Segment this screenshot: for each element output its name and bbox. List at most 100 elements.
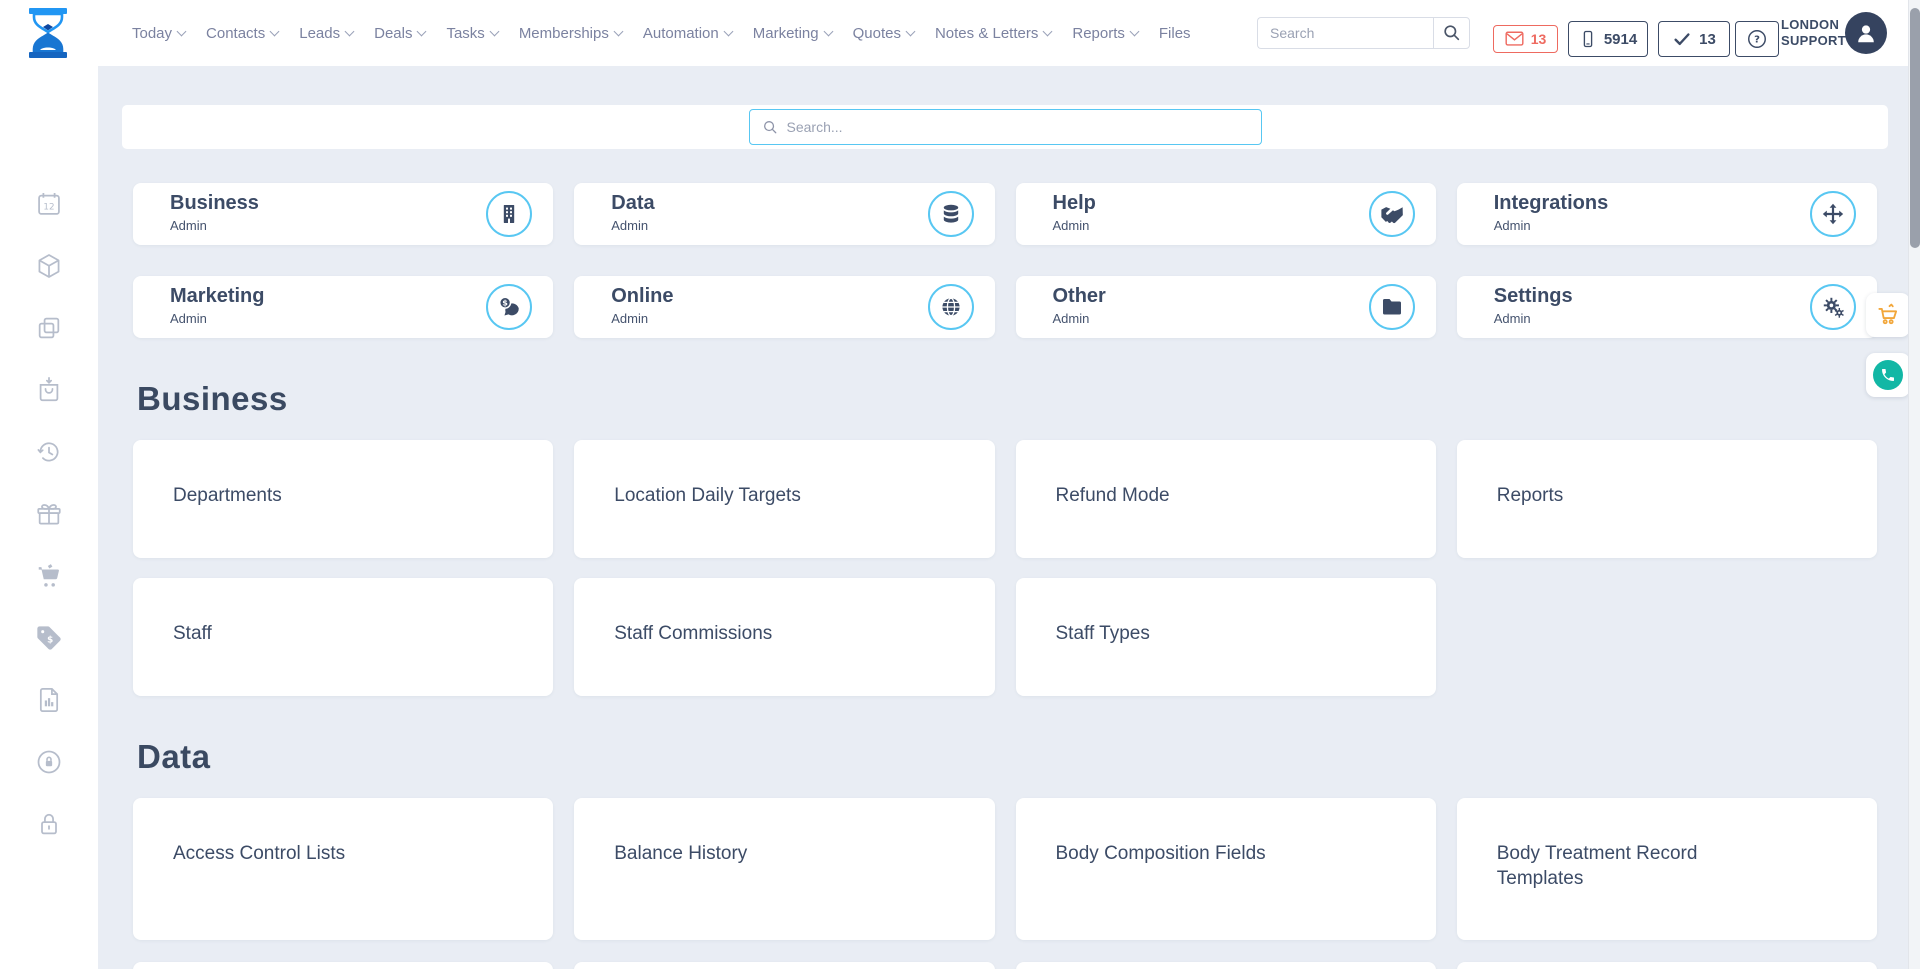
phone-badge[interactable]: 5914 xyxy=(1568,21,1648,57)
tasks-count: 13 xyxy=(1699,31,1716,48)
handshake-icon xyxy=(1369,191,1415,237)
chevron-down-icon xyxy=(723,26,733,36)
phone-count: 5914 xyxy=(1604,31,1637,48)
report-document-icon xyxy=(35,686,63,714)
admin-card-business[interactable]: Business Admin xyxy=(133,183,553,245)
sidebar-history[interactable] xyxy=(29,432,69,472)
nav-label: Reports xyxy=(1072,25,1125,42)
list-card-refund-mode[interactable]: Refund Mode xyxy=(1016,440,1436,558)
nav-tasks[interactable]: Tasks xyxy=(446,25,497,42)
admin-card-integrations[interactable]: Integrations Admin xyxy=(1457,183,1877,245)
user-avatar[interactable] xyxy=(1845,12,1887,54)
sidebar-account-security[interactable] xyxy=(29,742,69,782)
tasks-badge[interactable]: 13 xyxy=(1658,21,1730,57)
gift-icon xyxy=(35,500,63,528)
content-search-input[interactable] xyxy=(787,119,1249,135)
list-card-balance-history[interactable]: Balance History xyxy=(574,798,994,940)
chevron-down-icon xyxy=(345,26,355,36)
sidebar-products[interactable] xyxy=(29,246,69,286)
admin-card-other[interactable]: Other Admin xyxy=(1016,276,1436,338)
floating-cart-button[interactable] xyxy=(1866,293,1910,337)
sidebar-pricing[interactable]: $ xyxy=(29,618,69,658)
data-item-grid: Access Control Lists Balance History Bod… xyxy=(133,798,1877,940)
sidebar-reports[interactable] xyxy=(29,680,69,720)
nav-label: Contacts xyxy=(206,25,265,42)
list-card-partial[interactable] xyxy=(1457,962,1877,969)
nav-marketing[interactable]: Marketing xyxy=(753,25,832,42)
admin-card-settings[interactable]: Settings Admin xyxy=(1457,276,1877,338)
scrollbar-thumb[interactable] xyxy=(1910,8,1920,248)
nav-today[interactable]: Today xyxy=(132,25,185,42)
list-card-body-composition-fields[interactable]: Body Composition Fields xyxy=(1016,798,1436,940)
nav-leads[interactable]: Leads xyxy=(299,25,353,42)
list-card-staff-commissions[interactable]: Staff Commissions xyxy=(574,578,994,696)
nav-quotes[interactable]: Quotes xyxy=(853,25,914,42)
list-card-title: Access Control Lists xyxy=(173,842,513,867)
phone-call-icon xyxy=(1873,360,1903,390)
question-icon: ? xyxy=(1746,28,1768,50)
app-logo-hourglass-icon[interactable] xyxy=(26,8,70,58)
admin-card-online[interactable]: Online Admin xyxy=(574,276,994,338)
gears-icon xyxy=(1810,284,1856,330)
nav-notes-letters[interactable]: Notes & Letters xyxy=(935,25,1051,42)
list-card-partial[interactable] xyxy=(574,962,994,969)
nav-label: Automation xyxy=(643,25,719,42)
nav-label: Memberships xyxy=(519,25,609,42)
header-search-input[interactable] xyxy=(1257,17,1433,49)
chevron-down-icon xyxy=(270,26,280,36)
bag-receive-icon xyxy=(35,376,63,404)
list-card-partial[interactable] xyxy=(133,962,553,969)
admin-card-help[interactable]: Help Admin xyxy=(1016,183,1436,245)
sidebar-bag[interactable] xyxy=(29,370,69,410)
admin-card-marketing[interactable]: Marketing Admin $ xyxy=(133,276,553,338)
copy-icon xyxy=(35,314,63,342)
list-card-access-control-lists[interactable]: Access Control Lists xyxy=(133,798,553,940)
account-lock-icon xyxy=(35,748,63,776)
list-card-body-treatment-record-templates[interactable]: Body Treatment Record Templates xyxy=(1457,798,1877,940)
mail-badge[interactable]: 13 xyxy=(1493,25,1558,53)
magnifier-icon xyxy=(762,119,779,136)
nav-deals[interactable]: Deals xyxy=(374,25,425,42)
nav-memberships[interactable]: Memberships xyxy=(519,25,622,42)
svg-text:?: ? xyxy=(1754,35,1760,46)
business-item-grid: Departments Location Daily Targets Refun… xyxy=(133,440,1877,696)
nav-files[interactable]: Files xyxy=(1159,25,1191,42)
checkmark-icon xyxy=(1672,30,1692,48)
header-search-button[interactable] xyxy=(1433,17,1470,49)
sidebar-duplicate[interactable] xyxy=(29,308,69,348)
section-heading-business: Business xyxy=(137,380,1877,418)
floating-call-button[interactable] xyxy=(1866,353,1910,397)
content-search-box xyxy=(749,109,1262,145)
nav-contacts[interactable]: Contacts xyxy=(206,25,278,42)
list-card-partial[interactable] xyxy=(1016,962,1436,969)
nav-automation[interactable]: Automation xyxy=(643,25,732,42)
lock-icon xyxy=(35,810,63,838)
list-card-title: Location Daily Targets xyxy=(614,484,954,509)
list-card-reports[interactable]: Reports xyxy=(1457,440,1877,558)
chevron-down-icon xyxy=(177,26,187,36)
sidebar-calendar[interactable]: 12 xyxy=(29,184,69,224)
chevron-down-icon xyxy=(417,26,427,36)
chevron-down-icon xyxy=(1043,26,1053,36)
sidebar-cart[interactable] xyxy=(29,556,69,596)
nav-label: Files xyxy=(1159,25,1191,42)
user-name-line2: SUPPORT xyxy=(1781,33,1846,49)
admin-card-data[interactable]: Data Admin xyxy=(574,183,994,245)
list-card-departments[interactable]: Departments xyxy=(133,440,553,558)
list-card-staff[interactable]: Staff xyxy=(133,578,553,696)
chevron-down-icon xyxy=(906,26,916,36)
history-icon xyxy=(35,438,63,466)
left-sidebar: 12 $ xyxy=(0,66,98,969)
nav-label: Deals xyxy=(374,25,412,42)
calendar-day-number: 12 xyxy=(43,202,54,212)
folder-icon xyxy=(1369,284,1415,330)
nav-reports[interactable]: Reports xyxy=(1072,25,1138,42)
list-card-staff-types[interactable]: Staff Types xyxy=(1016,578,1436,696)
building-icon xyxy=(486,191,532,237)
main-navigation: Today Contacts Leads Deals Tasks Members… xyxy=(132,0,1191,66)
user-name-line1: LONDON xyxy=(1781,17,1846,33)
help-badge[interactable]: ? xyxy=(1735,21,1779,57)
sidebar-permissions[interactable] xyxy=(29,804,69,844)
list-card-location-daily-targets[interactable]: Location Daily Targets xyxy=(574,440,994,558)
sidebar-gift[interactable] xyxy=(29,494,69,534)
